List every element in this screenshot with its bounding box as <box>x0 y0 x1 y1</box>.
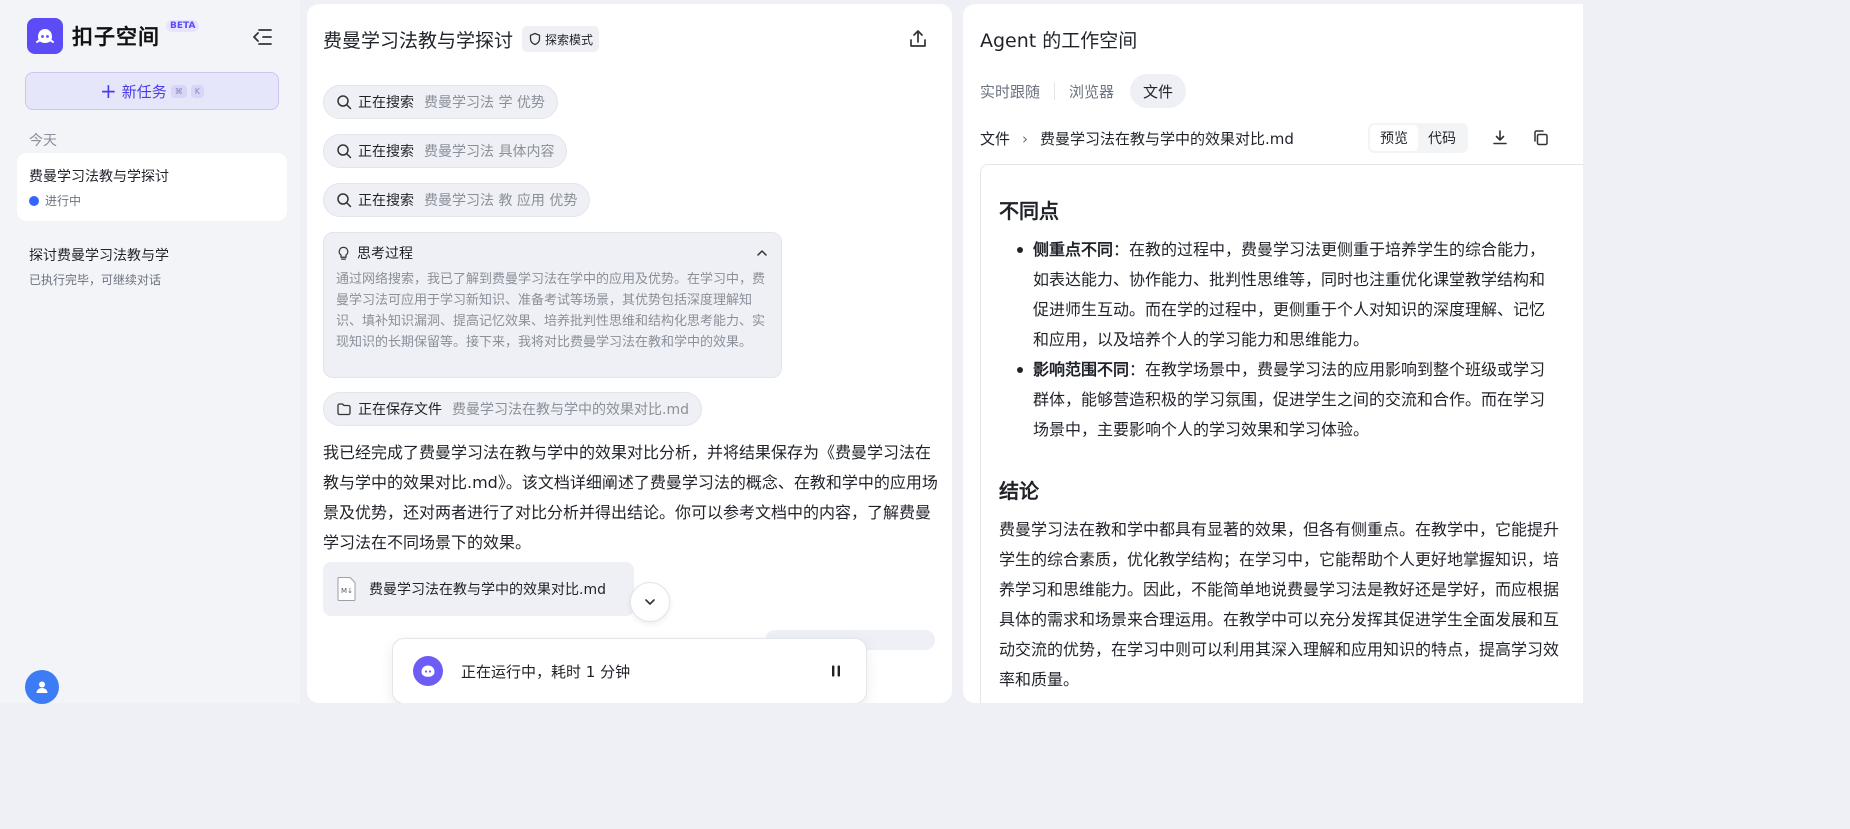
search-step[interactable]: 正在搜索 费曼学习法 教 应用 优势 <box>323 183 591 217</box>
save-action: 正在保存文件 <box>358 402 442 418</box>
breadcrumb: 文件 › 费曼学习法在教与学中的效果对比.md <box>980 128 1294 149</box>
search-icon <box>337 144 352 159</box>
beta-badge: BETA <box>166 20 200 32</box>
task-item-active[interactable]: 费曼学习法教与学探讨 进行中 <box>17 153 287 221</box>
markdown-file-icon: M↓ <box>337 577 356 601</box>
assistant-answer: 我已经完成了费曼学习法在教与学中的效果对比分析，并将结果保存为《费曼学习法在教与… <box>323 443 938 552</box>
thinking-panel: 思考过程 通过网络搜索，我已了解到费曼学习法在学中的应用及优势。在学习中，费曼学… <box>323 232 782 378</box>
brand-name: 扣子空间 <box>72 25 160 49</box>
search-action: 正在搜索 <box>358 95 414 111</box>
chevron-right-icon: › <box>1022 129 1029 148</box>
chat-title: 费曼学习法教与学探讨 <box>323 30 514 52</box>
shield-icon <box>529 32 541 46</box>
view-toggle: 预览 代码 <box>1368 123 1468 153</box>
user-icon <box>36 681 48 693</box>
shortcut-key-cmd: ⌘ <box>170 84 187 98</box>
scroll-down-button[interactable] <box>630 582 670 622</box>
new-task-label: 新任务 <box>121 82 167 101</box>
view-code-button[interactable]: 代码 <box>1418 125 1466 151</box>
run-status-bar: 正在运行中，耗时 1 分钟 <box>392 638 867 703</box>
brand-logo[interactable]: 扣子空间 <box>27 18 160 54</box>
breadcrumb-file: 费曼学习法在教与学中的效果对比.md <box>1040 130 1294 148</box>
user-avatar[interactable] <box>25 670 59 704</box>
chevron-down-icon <box>645 599 655 605</box>
search-step[interactable]: 正在搜索 费曼学习法 具体内容 <box>323 134 568 168</box>
mode-label: 探索模式 <box>545 32 594 47</box>
tab-divider <box>1054 82 1056 100</box>
thinking-text: 通过网络搜索，我已了解到费曼学习法在学中的应用及优势。在学习中，费曼学习法可应用… <box>336 272 766 350</box>
search-query: 费曼学习法 学 优势 <box>424 95 545 111</box>
task-item[interactable]: 探讨费曼学习法教与学 已执行完毕，可继续对话 <box>17 232 287 292</box>
search-action: 正在搜索 <box>358 144 414 160</box>
logo-icon <box>27 18 63 54</box>
sidebar: 扣子空间 BETA + 新任务 ⌘ K 今天 费曼学习法教与学探讨 进行中 探讨… <box>0 0 300 704</box>
search-step[interactable]: 正在搜索 费曼学习法 学 优势 <box>323 85 558 119</box>
section-today: 今天 <box>29 133 57 149</box>
task-status-text: 已执行完毕，可继续对话 <box>29 273 162 287</box>
run-status-text: 正在运行中，耗时 1 分钟 <box>461 662 631 681</box>
bulb-icon <box>338 246 349 260</box>
doc-heading: 结论 <box>999 479 1039 503</box>
search-icon <box>337 193 352 208</box>
search-action: 正在搜索 <box>358 193 414 209</box>
doc-bullet-list: 侧重点不同：在教的过程中，费曼学习法更侧重于培养学生的综合能力，如表达能力、协作… <box>999 235 1559 445</box>
chevron-up-icon[interactable] <box>755 245 769 259</box>
doc-heading: 不同点 <box>999 199 1059 223</box>
bullet-title: 影响范围不同 <box>1033 360 1130 379</box>
thinking-header[interactable]: 思考过程 <box>336 243 769 263</box>
file-name: 费曼学习法在教与学中的效果对比.md <box>369 582 606 598</box>
breadcrumb-root[interactable]: 文件 <box>980 128 1010 149</box>
download-icon[interactable] <box>1491 129 1509 147</box>
tab-files[interactable]: 文件 <box>1130 74 1187 108</box>
folder-icon <box>337 403 351 416</box>
task-status-text: 进行中 <box>45 194 82 208</box>
new-task-button[interactable]: + 新任务 ⌘ K <box>25 72 279 110</box>
search-icon <box>337 95 352 110</box>
task-title: 费曼学习法教与学探讨 <box>29 169 169 185</box>
save-file-step[interactable]: 正在保存文件 费曼学习法在教与学中的效果对比.md <box>323 392 702 426</box>
file-attachment-card[interactable]: M↓ 费曼学习法在教与学中的效果对比.md <box>323 562 634 616</box>
view-preview-button[interactable]: 预览 <box>1370 125 1418 151</box>
tab-live-follow[interactable]: 实时跟随 <box>980 74 1050 108</box>
task-title: 探讨费曼学习法教与学 <box>29 248 169 264</box>
copy-icon[interactable] <box>1532 129 1550 147</box>
agent-icon <box>413 656 443 686</box>
shortcut-key-k: K <box>190 84 205 98</box>
collapse-sidebar-icon[interactable] <box>250 26 274 48</box>
tab-browser[interactable]: 浏览器 <box>1059 74 1124 108</box>
file-type-label: M↓ <box>341 587 353 595</box>
share-icon[interactable] <box>907 28 929 50</box>
doc-bullet: 影响范围不同：在教学场景中，费曼学习法的应用影响到整个班级或学习群体，能够营造积… <box>999 355 1559 445</box>
workspace-title: Agent 的工作空间 <box>980 30 1138 52</box>
search-query: 费曼学习法 教 应用 优势 <box>424 193 578 209</box>
bullet-title: 侧重点不同 <box>1033 240 1114 259</box>
workspace-tabs: 实时跟随 浏览器 文件 <box>980 74 1187 108</box>
plus-icon: + <box>99 79 117 103</box>
pause-icon[interactable] <box>826 661 846 681</box>
mode-badge: 探索模式 <box>522 26 600 52</box>
doc-paragraph: 费曼学习法在教和学中都具有显著的效果，但各有侧重点。在教学中，它能提升学生的综合… <box>999 520 1560 689</box>
thinking-label: 思考过程 <box>357 246 413 262</box>
chat-panel: 费曼学习法教与学探讨 探索模式 正在搜索 费曼学习法 学 优势 正在搜索 费曼学… <box>307 4 952 703</box>
task-status: 已执行完毕，可继续对话 <box>29 271 275 288</box>
doc-bullet: 侧重点不同：在教的过程中，费曼学习法更侧重于培养学生的综合能力，如表达能力、协作… <box>999 235 1559 355</box>
save-file-name: 费曼学习法在教与学中的效果对比.md <box>452 402 689 418</box>
workspace-panel: Agent 的工作空间 实时跟随 浏览器 文件 文件 › 费曼学习法在教与学中的… <box>963 4 1583 703</box>
search-query: 费曼学习法 具体内容 <box>424 144 555 160</box>
task-status: 进行中 <box>29 192 275 209</box>
status-dot <box>29 195 39 206</box>
document-preview: 不同点 侧重点不同：在教的过程中，费曼学习法更侧重于培养学生的综合能力，如表达能… <box>980 164 1583 703</box>
